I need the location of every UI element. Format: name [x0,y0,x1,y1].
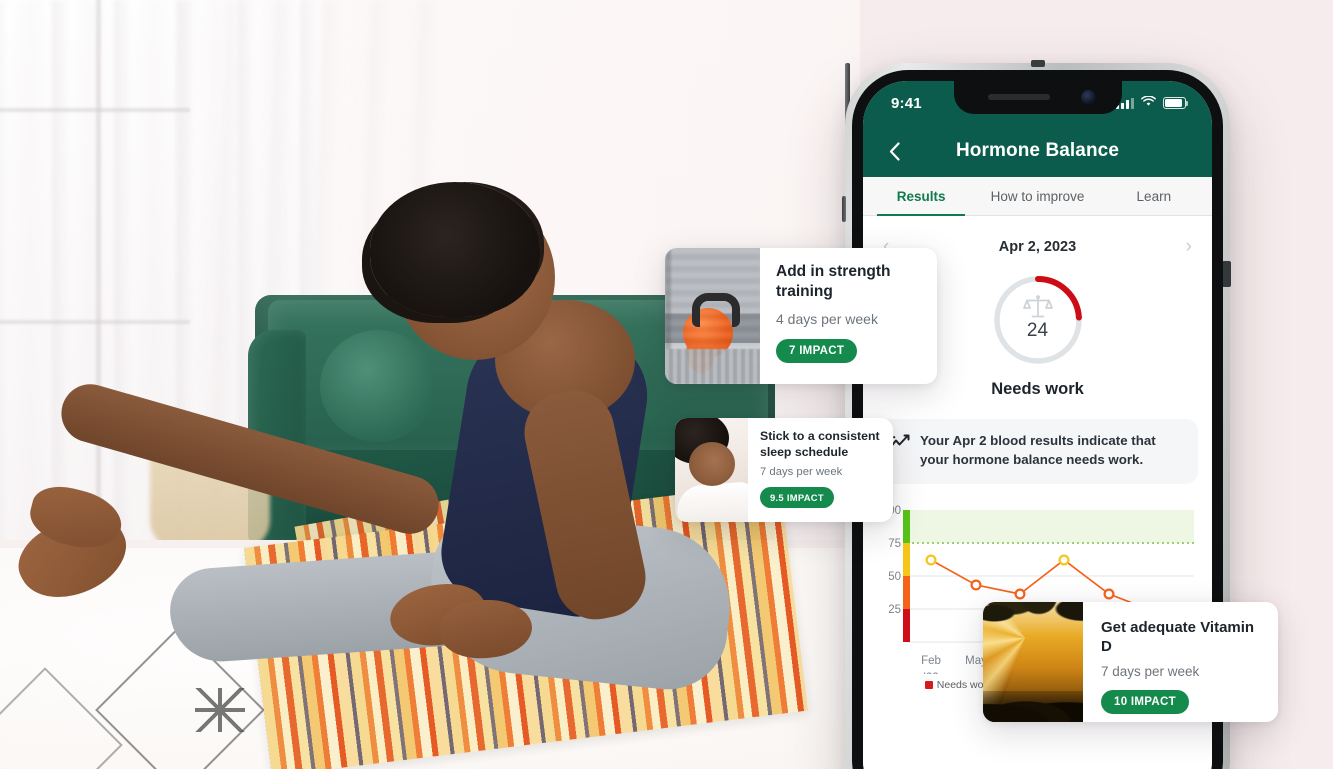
card-frequency: 7 days per week [1101,664,1200,680]
page-title: Hormone Balance [955,140,1120,161]
card-body: Get adequate Vitamin D 7 days per week 1… [1083,602,1278,722]
tab-results[interactable]: Results [863,177,979,216]
chart-point [1058,554,1070,566]
app-header: Hormone Balance [863,125,1212,177]
card-title: Stick to a consistent sleep schedule [760,429,880,459]
wifi-icon [1141,94,1156,112]
back-button[interactable] [881,138,907,164]
card-thumbnail-kettlebell [665,248,760,384]
chart-point [970,579,982,591]
recommendation-card-strength[interactable]: Add in strength training 4 days per week… [665,248,937,384]
svg-text:25: 25 [888,604,901,616]
chart-point [1103,588,1115,600]
recommendation-card-vitamin-d[interactable]: Get adequate Vitamin D 7 days per week 1… [983,602,1278,722]
svg-text:50: 50 [888,571,901,583]
trend-line-icon [890,432,910,470]
score-value: 24 [1026,320,1049,341]
svg-text:75: 75 [888,538,901,550]
card-body: Add in strength training 4 days per week… [760,248,937,384]
optimal-band [907,509,1194,543]
photo-hair [370,182,540,317]
lifestyle-photo [0,0,860,769]
screenshot-stage: 9:41 Hormone Balance Results How to impr… [0,0,1333,769]
card-body: Stick to a consistent sleep schedule 7 d… [748,418,893,522]
card-frequency: 7 days per week [760,466,843,479]
phone-antenna-band [1030,60,1045,67]
status-icons [1116,94,1189,112]
front-camera-icon [1080,90,1096,105]
tab-bar: Results How to improve Learn [863,177,1212,216]
xtick-feb: Feb [921,655,941,667]
score-status-label: Needs work [991,380,1084,398]
scales-balance-icon [990,294,1086,320]
score-gauge: 24 [990,272,1086,368]
phone-silent-switch[interactable] [842,196,846,222]
insight-callout: Your Apr 2 blood results indicate that y… [877,419,1198,484]
card-title: Add in strength training [776,263,891,300]
card-thumbnail-sleep [675,418,748,522]
tab-how-to-improve[interactable]: How to improve [979,177,1095,215]
card-frequency: 4 days per week [776,310,878,327]
chart-point [1014,588,1026,600]
status-time: 9:41 [891,94,922,112]
xtick-year: ’22 [923,672,938,674]
phone-notch [953,81,1122,114]
photo-rug-motif [195,688,245,732]
current-date-label: Apr 2, 2023 [998,239,1077,255]
earpiece-speaker-icon [987,94,1050,100]
card-impact-badge: 10 IMPACT [1101,690,1189,715]
card-thumbnail-sunrise [983,602,1083,722]
legend-swatch [924,680,933,689]
card-impact-badge: 9.5 IMPACT [760,487,834,509]
card-title: Get adequate Vitamin D [1101,619,1255,656]
card-impact-badge: 7 IMPACT [776,338,858,363]
insight-text: Your Apr 2 blood results indicate that y… [920,433,1156,467]
phone-antenna-chip [1222,261,1231,287]
battery-icon [1163,97,1189,109]
recommendation-card-sleep[interactable]: Stick to a consistent sleep schedule 7 d… [675,418,893,522]
photo-sofa-cushion [320,330,436,442]
chart-point [925,554,937,566]
tab-learn[interactable]: Learn [1096,177,1212,215]
next-date-button[interactable]: › [1186,236,1192,258]
